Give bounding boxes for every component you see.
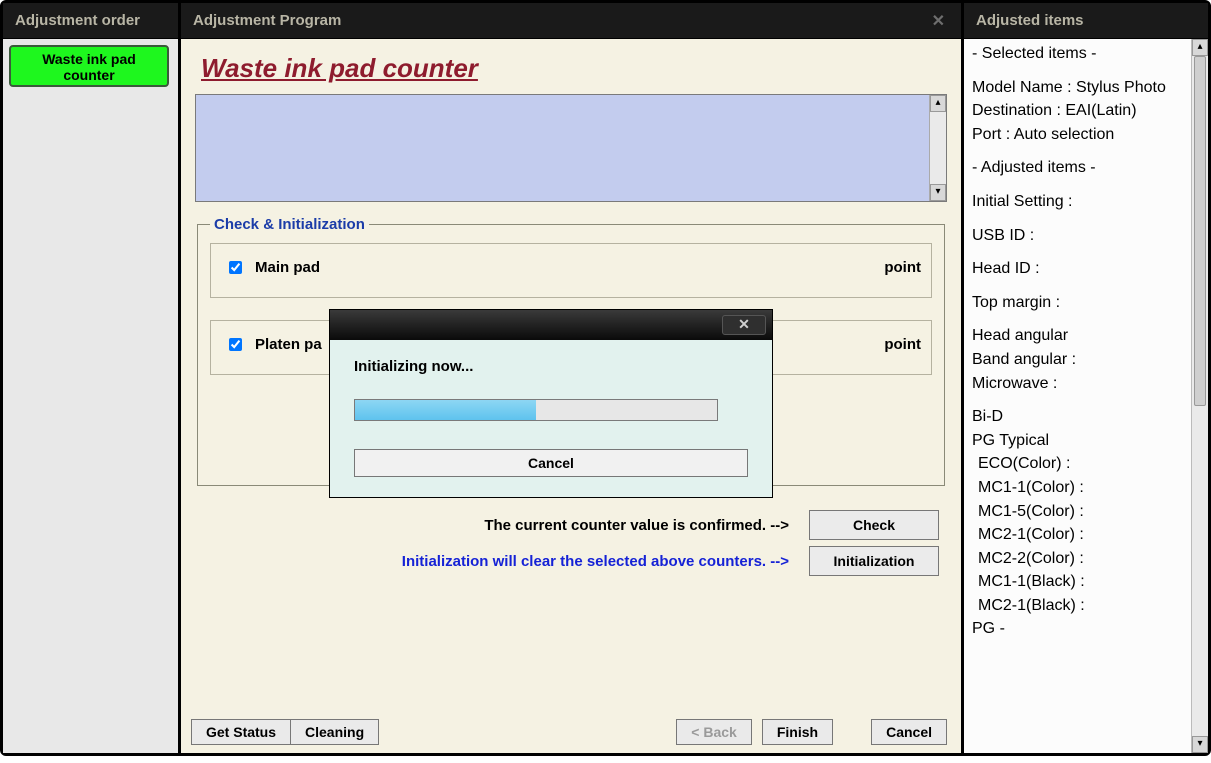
initial-setting-line: Initial Setting :: [972, 191, 1202, 213]
bottom-button-bar: Get Status Cleaning < Back Finish Cancel: [191, 719, 951, 745]
mc1-5-color-line: MC1-5(Color) :: [972, 501, 1202, 523]
top-margin-line: Top margin :: [972, 292, 1202, 314]
cancel-button[interactable]: Cancel: [871, 719, 947, 745]
check-button[interactable]: Check: [809, 510, 939, 540]
progress-fill: [355, 400, 536, 420]
mc1-1-color-line: MC1-1(Color) :: [972, 477, 1202, 499]
progress-bar: [354, 399, 718, 421]
destination-line: Destination : EAI(Latin): [972, 100, 1202, 122]
model-name-line: Model Name : Stylus Photo: [972, 77, 1202, 99]
dialog-message: Initializing now...: [354, 358, 748, 375]
log-scrollbar[interactable]: ▴ ▾: [929, 95, 946, 201]
scrollbar-thumb[interactable]: [1194, 56, 1206, 406]
scroll-down-icon[interactable]: ▾: [930, 184, 946, 201]
adjustment-order-title-text: Adjustment order: [15, 12, 140, 29]
port-line: Port : Auto selection: [972, 124, 1202, 146]
progress-dialog: ✕ Initializing now... Cancel: [329, 309, 773, 498]
microwave-line: Microwave :: [972, 373, 1202, 395]
main-pad-point-label: point: [884, 259, 921, 276]
main-pad-row: Main pad point: [210, 243, 932, 298]
cleaning-button[interactable]: Cleaning: [290, 719, 379, 745]
pg-line: PG -: [972, 618, 1202, 640]
band-angular-line: Band angular :: [972, 349, 1202, 371]
adjustment-program-title-text: Adjustment Program: [193, 12, 341, 29]
adjusted-items-scrollbar[interactable]: ▴ ▾: [1191, 39, 1208, 753]
adjustment-program-panel: Adjustment Program ✕ Waste ink pad count…: [181, 3, 964, 753]
adjusted-items-list: - Selected items - Model Name : Stylus P…: [972, 43, 1202, 640]
mc2-1-color-line: MC2-1(Color) :: [972, 524, 1202, 546]
back-button: < Back: [676, 719, 752, 745]
initialization-help-text: Initialization will clear the selected a…: [402, 553, 789, 570]
mc2-2-color-line: MC2-2(Color) :: [972, 548, 1202, 570]
eco-color-line: ECO(Color) :: [972, 453, 1202, 475]
dialog-titlebar[interactable]: ✕: [330, 310, 772, 340]
dialog-cancel-button[interactable]: Cancel: [354, 449, 748, 477]
adjustment-order-title: Adjustment order: [3, 3, 178, 39]
usb-id-line: USB ID :: [972, 225, 1202, 247]
waste-ink-pad-counter-button[interactable]: Waste ink pad counter: [9, 45, 169, 87]
adjusted-items-title-text: Adjusted items: [976, 12, 1084, 29]
adjusted-items-header: - Adjusted items -: [972, 157, 1202, 179]
scroll-up-icon[interactable]: ▴: [930, 95, 946, 112]
bi-d-line: Bi-D: [972, 406, 1202, 428]
platen-pad-checkbox[interactable]: [229, 338, 242, 351]
log-textarea[interactable]: ▴ ▾: [195, 94, 947, 202]
adjustment-program-titlebar: Adjustment Program ✕: [181, 3, 961, 39]
pg-typical-line: PG Typical: [972, 430, 1202, 452]
main-pad-checkbox[interactable]: [229, 261, 242, 274]
adjusted-items-title: Adjusted items: [964, 3, 1208, 39]
confirm-counter-text: The current counter value is confirmed. …: [484, 517, 789, 534]
mc2-1-black-line: MC2-1(Black) :: [972, 595, 1202, 617]
dialog-close-button[interactable]: ✕: [722, 315, 766, 335]
main-pad-option[interactable]: Main pad: [225, 258, 320, 277]
head-id-line: Head ID :: [972, 258, 1202, 280]
main-pad-label: Main pad: [255, 259, 320, 276]
check-init-legend: Check & Initialization: [210, 216, 369, 233]
scroll-up-icon[interactable]: ▴: [1192, 39, 1208, 56]
initialization-button[interactable]: Initialization: [809, 546, 939, 576]
page-title: Waste ink pad counter: [201, 53, 947, 84]
close-icon[interactable]: ✕: [928, 11, 949, 31]
selected-items-header: - Selected items -: [972, 43, 1202, 65]
get-status-button[interactable]: Get Status: [191, 719, 290, 745]
head-angular-line: Head angular: [972, 325, 1202, 347]
platen-pad-label: Platen pa: [255, 336, 322, 353]
finish-button[interactable]: Finish: [762, 719, 833, 745]
adjusted-items-panel: Adjusted items - Selected items - Model …: [964, 3, 1208, 753]
platen-pad-option[interactable]: Platen pa: [225, 335, 322, 354]
adjustment-order-panel: Adjustment order Waste ink pad counter: [3, 3, 181, 753]
action-area: The current counter value is confirmed. …: [195, 510, 947, 576]
scroll-down-icon[interactable]: ▾: [1192, 736, 1208, 753]
platen-pad-point-label: point: [884, 336, 921, 353]
mc1-1-black-line: MC1-1(Black) :: [972, 571, 1202, 593]
